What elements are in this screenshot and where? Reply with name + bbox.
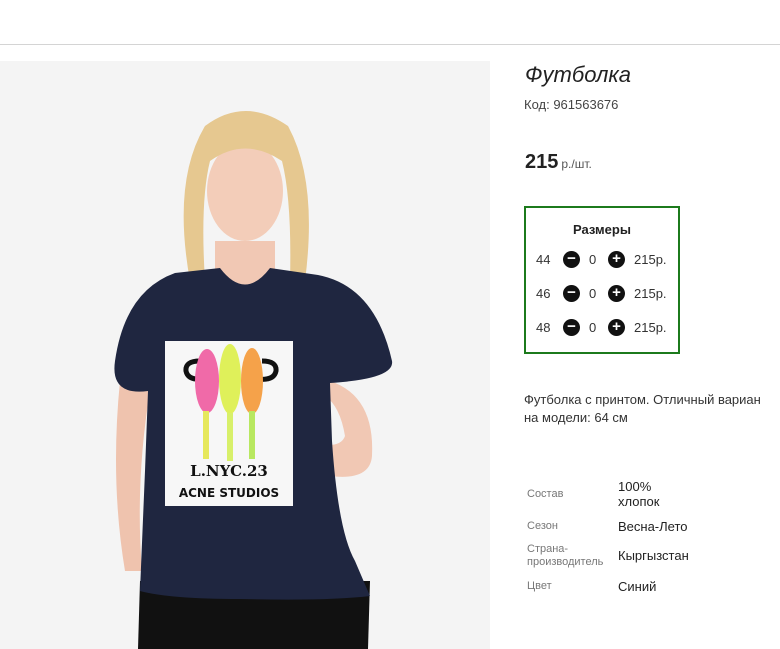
minus-circle-icon[interactable]: − [563,251,580,268]
size-label: 48 [536,320,551,335]
size-price: 215р. [634,252,667,267]
product-title: Футболка [525,62,631,87]
property-value: 100% хлопок [618,479,660,509]
price-unit: р./шт. [561,157,592,171]
plus-circle-icon[interactable]: + [608,251,625,268]
plus-circle-icon[interactable]: + [608,285,625,302]
model-image: L.NYC.23 ACNE STUDIOS [114,111,393,649]
property-key: Цвет [527,580,552,592]
face-shape [207,141,283,241]
product-description: Футболка с принтом. Отличный вариан на м… [524,391,780,427]
sizes-header: Размеры [573,222,631,237]
size-label: 46 [536,286,551,301]
size-price: 215р. [634,320,667,335]
size-label: 44 [536,252,551,267]
size-row: 48 − 0 + 215р. [536,319,676,337]
size-quantity: 0 [589,286,597,301]
size-row: 46 − 0 + 215р. [536,285,676,303]
sizes-panel: Размеры 44 − 0 + 215р. 46 − 0 + 215р. 48… [524,206,680,354]
product-photo[interactable]: L.NYC.23 ACNE STUDIOS [0,61,490,649]
size-quantity: 0 [589,320,597,335]
size-price: 215р. [634,286,667,301]
property-value: Синий [618,579,657,594]
minus-circle-icon[interactable]: − [563,319,580,336]
product-price: 215 р./шт. [525,151,592,174]
top-header-bar [0,0,780,45]
size-row: 44 − 0 + 215р. [536,251,676,269]
print-text-1: L.NYC.23 [190,462,268,480]
property-key: Страна-производитель [527,543,604,568]
property-value: Кыргызстан [618,548,689,563]
description-line: Футболка с принтом. Отличный вариан [524,392,761,407]
property-value: Весна-Лето [618,519,688,534]
product-code: Код: 961563676 [524,97,619,112]
size-quantity: 0 [589,252,597,267]
property-key: Состав [527,488,564,500]
property-key: Сезон [527,520,558,532]
print-text-2: ACNE STUDIOS [179,486,279,500]
price-value: 215 [525,151,559,173]
minus-circle-icon[interactable]: − [563,285,580,302]
plus-circle-icon[interactable]: + [608,319,625,336]
description-line: на модели: 64 см [524,410,628,425]
